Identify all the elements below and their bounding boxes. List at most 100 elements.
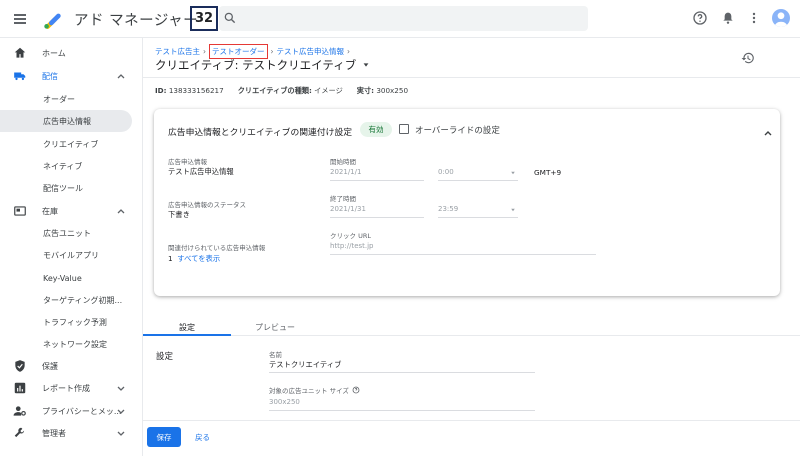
lineitem-value: テスト広告申込情報 [168,167,234,176]
breadcrumb-separator: › [347,47,350,56]
end-date-field[interactable]: 2021/1/31 [330,203,424,218]
privacy-person-icon [13,406,26,416]
related-lineitems-label: 関連付けられている広告申込情報 [168,244,266,252]
sidebar-item-label: 広告申込情報 [43,116,91,126]
search-icon [224,12,236,24]
sidebar-item-label: 広告ユニット [43,228,91,238]
sidebar-item-key-value[interactable]: Key-Value [0,267,143,289]
sidebar-item-reporting[interactable]: レポート作成 [0,377,143,399]
sidebar-item-label: Key-Value [43,273,82,283]
account-avatar[interactable] [772,9,790,27]
end-time-select[interactable]: 23:59 [438,203,518,218]
sidebar-item-inventory[interactable]: 在庫 [0,200,143,222]
sidebar-nav: ホーム 配信 オーダー 広告申込情報 クリエイティブ ネイティブ 配信ツール 在… [0,38,143,456]
override-checkbox[interactable] [399,124,409,134]
start-date-field[interactable]: 2021/1/1 [330,166,424,181]
sidebar-item-orders[interactable]: オーダー [0,88,143,110]
person-icon [774,12,788,27]
sidebar-item-mobile-apps[interactable]: モバイルアプリ [0,244,143,266]
sidebar-item-creatives[interactable]: クリエイティブ [0,133,143,155]
save-button[interactable]: 保存 [147,427,181,447]
name-input[interactable]: テストクリエイティブ [269,358,535,373]
page-title: クリエイティブ: テストクリエイティブ [155,57,370,73]
network-code-badge: 32 [190,6,218,31]
back-button[interactable]: 戻る [195,432,210,443]
search-input[interactable] [219,6,588,31]
title-divider [143,77,800,78]
help-icon[interactable] [692,10,708,26]
breadcrumb-separator: › [270,47,274,56]
sidebar-item-protections[interactable]: 保護 [0,355,143,377]
page-title-text: クリエイティブ: テストクリエイティブ [155,58,357,72]
sidebar-item-label: 配信ツール [43,183,83,193]
sidebar-item-delivery-tools[interactable]: 配信ツール [0,177,143,199]
start-time-select[interactable]: 0:00 [438,166,518,181]
sidebar-item-label: ホーム [42,48,66,58]
sidebar-item-home[interactable]: ホーム [0,42,143,64]
view-all-link[interactable]: すべてを表示 [177,254,220,263]
sidebar-item-label: トラフィック予測 [43,317,107,327]
tab-preview[interactable]: プレビュー [231,318,319,336]
main-content: テスト広告主 › テストオーダー › テスト広告申込情報 › クリエイティブ: … [143,38,800,456]
inventory-icon [14,206,26,216]
chevron-down-icon [117,386,125,391]
sidebar-item-label: ターゲティング初期... [43,295,123,305]
sidebar-item-forecasting[interactable]: トラフィック予測 [0,311,143,333]
settings-section-title: 設定 [156,352,174,362]
more-vert-icon[interactable] [746,10,762,26]
sidebar-item-native[interactable]: ネイティブ [0,155,143,177]
lineitem-label: 広告申込情報 [168,158,207,166]
related-lineitems: 1 すべてを表示 [168,254,220,264]
sidebar-item-ad-units[interactable]: 広告ユニット [0,222,143,244]
status-badge: 有効 [360,122,392,137]
ad-manager-logo [44,13,61,29]
sidebar-item-delivery[interactable]: 配信 [0,65,143,87]
status-value: 下書き [168,210,190,219]
sidebar-item-label: 配信 [42,71,58,81]
tab-settings[interactable]: 設定 [143,318,231,336]
sidebar-item-label: 保護 [42,361,58,371]
menu-icon[interactable] [12,11,28,27]
chevron-down-icon [117,431,125,436]
breadcrumb-separator: › [203,47,206,56]
ad-unit-size-input[interactable]: 300x250 [269,396,535,411]
sidebar-item-targeting[interactable]: ターゲティング初期... [0,289,143,311]
sidebar-item-label: 管理者 [42,428,66,438]
status-label: 広告申込情報のステータス [168,201,246,209]
sidebar-item-label: プライバシーとメッ... [42,406,122,416]
ad-unit-size-label: 対象の広告ユニット サイズ [269,385,360,395]
sidebar-item-line-items[interactable]: 広告申込情報 [0,110,132,132]
creative-size: 実寸: 300x250 [356,86,409,95]
click-url-input[interactable]: http://test.jp [330,240,596,255]
breadcrumb-advertiser[interactable]: テスト広告主 [155,46,200,57]
help-icon[interactable] [352,386,360,394]
history-icon[interactable] [741,51,755,65]
sidebar-item-admin[interactable]: 管理者 [0,422,143,444]
notifications-bell-icon[interactable] [720,10,736,26]
timezone-label: GMT+9 [534,168,562,177]
creative-id: ID: 138333156217 [155,86,224,95]
click-url-label: クリック URL [330,232,371,240]
breadcrumb-line-item[interactable]: テスト広告申込情報 [277,46,345,57]
app-title: アド マネージャー [74,13,199,29]
dropdown-arrow-icon [511,208,515,212]
chevron-up-icon [117,74,125,79]
sidebar-item-label: オーダー [43,94,75,104]
sidebar-item-network-settings[interactable]: ネットワーク設定 [0,333,143,355]
override-label: オーバーライドの設定 [415,126,500,136]
creative-type: クリエイティブの種類: イメージ [237,86,343,95]
sidebar-item-label: ネイティブ [43,161,83,171]
caret-down-icon[interactable] [362,61,370,69]
chevron-down-icon [117,409,125,414]
sidebar-item-privacy[interactable]: プライバシーとメッ... [0,400,143,422]
home-icon [14,47,26,58]
association-settings-card: 広告申込情報とクリエイティブの関連付け設定 有効 オーバーライドの設定 広告申込… [154,109,780,296]
start-time-label: 開始時間 [330,158,356,166]
sidebar-item-label: クリエイティブ [43,139,99,149]
truck-icon [14,72,26,81]
tab-bar: 設定 プレビュー [143,318,800,336]
action-footer: 保存 戻る [143,420,800,456]
chevron-up-icon[interactable] [763,128,773,138]
dropdown-arrow-icon [511,171,515,175]
sidebar-item-label: モバイルアプリ [43,250,99,260]
